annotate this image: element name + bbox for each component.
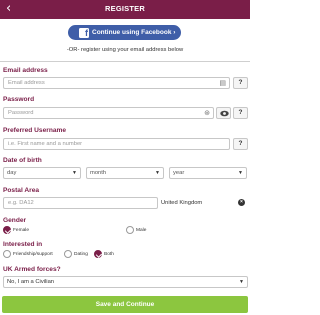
- dob-month-select[interactable]: month ▼: [86, 167, 164, 179]
- interest-both-radio[interactable]: [94, 250, 102, 258]
- armed-forces-value: No, I am a Civilian: [7, 279, 55, 285]
- postal-placeholder: e.g. DA12: [8, 200, 34, 206]
- dob-month-value: month: [90, 170, 107, 176]
- email-help-button[interactable]: ?: [233, 77, 248, 89]
- postal-label: Postal Area: [3, 187, 40, 194]
- save-and-continue-button[interactable]: Save and Continue: [2, 296, 248, 313]
- interested-label: Interested in: [3, 241, 43, 248]
- email-placeholder: Email address: [8, 80, 45, 86]
- chevron-down-icon: ▼: [239, 279, 244, 285]
- gender-male-label: Male: [136, 228, 147, 233]
- autofill-icon[interactable]: ▤: [219, 79, 226, 89]
- eye-icon: [220, 110, 229, 117]
- password-field[interactable]: Password ⊛: [3, 107, 214, 119]
- username-placeholder: i.e. First name and a number: [8, 141, 83, 147]
- gender-label: Gender: [3, 217, 27, 224]
- country-value: United Kingdom: [161, 200, 203, 206]
- chevron-down-icon: ▼: [72, 170, 77, 176]
- interest-both-label: Both: [104, 252, 114, 257]
- dob-year-select[interactable]: year ▼: [169, 167, 247, 179]
- gender-male-radio[interactable]: [126, 226, 134, 234]
- header-bar: ‹ REGISTER: [0, 0, 250, 19]
- interest-friendship-radio[interactable]: [3, 250, 11, 258]
- password-placeholder: Password: [8, 110, 34, 116]
- dob-year-value: year: [173, 170, 185, 176]
- show-password-button[interactable]: [216, 107, 231, 119]
- username-label: Preferred Username: [3, 127, 67, 134]
- dob-day-select[interactable]: day ▼: [3, 167, 81, 179]
- dob-day-value: day: [7, 170, 17, 176]
- dob-label: Date of birth: [3, 157, 42, 164]
- password-label: Password: [3, 96, 35, 103]
- facebook-continue-button[interactable]: f Continue using Facebook ›: [68, 25, 181, 40]
- interest-friendship-label: Friendship/support: [13, 252, 53, 257]
- password-manager-icon[interactable]: ⊛: [204, 109, 210, 119]
- username-field[interactable]: i.e. First name and a number: [3, 138, 230, 150]
- page-title: REGISTER: [105, 4, 145, 13]
- facebook-button-label: Continue using Facebook ›: [92, 29, 176, 36]
- or-register-text: -OR- register using your email address b…: [66, 47, 184, 53]
- armed-forces-label: UK Armed forces?: [3, 266, 61, 273]
- username-help-button[interactable]: ?: [233, 138, 248, 150]
- password-help-button[interactable]: ?: [233, 107, 248, 119]
- divider: [0, 61, 250, 62]
- clear-country-icon[interactable]: ×: [238, 199, 245, 206]
- chevron-down-icon: ▼: [155, 170, 160, 176]
- gender-female-label: Female: [13, 228, 29, 233]
- interest-dating-label: Dating: [74, 252, 88, 257]
- interest-dating-radio[interactable]: [64, 250, 72, 258]
- armed-forces-select[interactable]: No, I am a Civilian ▼: [3, 276, 248, 288]
- email-label: Email address: [3, 67, 48, 74]
- postal-field[interactable]: e.g. DA12: [3, 197, 158, 209]
- facebook-icon: f: [79, 27, 89, 38]
- gender-female-radio[interactable]: [3, 226, 11, 234]
- email-field[interactable]: Email address ▤: [3, 77, 230, 89]
- chevron-down-icon: ▼: [238, 170, 243, 176]
